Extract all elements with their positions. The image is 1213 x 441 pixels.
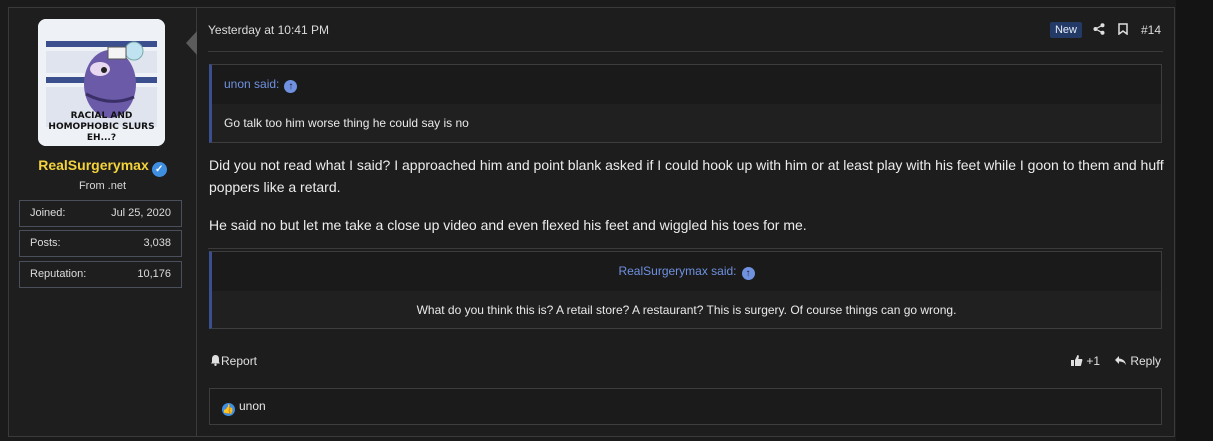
quote-author[interactable]: unon said: bbox=[224, 77, 279, 91]
avatar-caption: RACIAL AND HOMOPHOBIC SLURS EH...? bbox=[48, 111, 155, 143]
user-panel: RACIAL AND HOMOPHOBIC SLURS EH...? RealS… bbox=[9, 8, 197, 436]
up-arrow-icon[interactable]: ↑ bbox=[741, 267, 755, 280]
share-icon[interactable] bbox=[1093, 22, 1105, 38]
signature-divider bbox=[208, 248, 1163, 249]
stat-label: Joined: bbox=[30, 207, 66, 219]
stat-value: 10,176 bbox=[137, 268, 171, 280]
stat-joined: Joined: Jul 25, 2020 bbox=[19, 200, 182, 227]
avatar-pointer bbox=[186, 31, 197, 55]
stat-reputation: Reputation: 10,176 bbox=[19, 261, 182, 288]
thumbs-up-icon bbox=[1071, 355, 1083, 366]
post-paragraph: Did you not read what I said? I approach… bbox=[209, 157, 1164, 195]
signature-attribution[interactable]: RealSurgerymax said: ↑ bbox=[212, 252, 1161, 291]
user-title: From .net bbox=[78, 180, 127, 192]
post-date[interactable]: Yesterday at 10:41 PM bbox=[208, 23, 329, 37]
reactions-bar: 👍 unon bbox=[209, 388, 1162, 425]
bookmark-icon[interactable] bbox=[1118, 22, 1128, 38]
verified-icon: ✓ bbox=[151, 162, 167, 177]
stat-label: Posts: bbox=[30, 237, 61, 249]
report-button[interactable]: Report bbox=[210, 354, 257, 368]
username[interactable]: RealSurgerymax ✓ bbox=[9, 157, 196, 177]
header-divider bbox=[208, 51, 1163, 52]
stat-value: Jul 25, 2020 bbox=[111, 207, 171, 219]
reply-button[interactable]: Reply bbox=[1114, 354, 1161, 368]
post-paragraph: He said no but let me take a close up vi… bbox=[209, 217, 807, 233]
stat-label: Reputation: bbox=[30, 268, 87, 280]
quote-text: Go talk too him worse thing he could say… bbox=[212, 104, 1161, 142]
stat-value: 3,038 bbox=[143, 237, 171, 249]
signature-author[interactable]: RealSurgerymax said: bbox=[618, 264, 736, 278]
like-icon: 👍 bbox=[222, 403, 235, 416]
page-edge bbox=[1176, 0, 1213, 441]
report-label[interactable]: Report bbox=[221, 354, 257, 368]
stat-posts: Posts: 3,038 bbox=[19, 230, 182, 257]
post-number[interactable]: #14 bbox=[1141, 23, 1161, 37]
signature-quote: RealSurgerymax said: ↑ What do you think … bbox=[209, 251, 1162, 329]
like-button[interactable]: +1 bbox=[1070, 354, 1100, 368]
username-text[interactable]: RealSurgerymax bbox=[38, 157, 149, 173]
up-arrow-icon[interactable]: ↑ bbox=[284, 80, 298, 93]
quote-attribution[interactable]: unon said: ↑ bbox=[212, 65, 1161, 104]
bell-icon bbox=[211, 355, 220, 366]
signature-text: What do you think this is? A retail stor… bbox=[212, 291, 1161, 328]
post-main: Yesterday at 10:41 PM New #14 unon said:… bbox=[197, 8, 1174, 436]
forum-post: RACIAL AND HOMOPHOBIC SLURS EH...? RealS… bbox=[8, 7, 1175, 437]
quote-block: unon said: ↑ Go talk too him worse thing … bbox=[209, 64, 1162, 143]
like-count[interactable]: +1 bbox=[1086, 354, 1100, 368]
reaction-user[interactable]: unon bbox=[239, 399, 266, 413]
reply-icon bbox=[1115, 356, 1127, 365]
avatar[interactable]: RACIAL AND HOMOPHOBIC SLURS EH...? bbox=[38, 19, 165, 146]
new-badge: New bbox=[1049, 22, 1082, 38]
post-body: Did you not read what I said? I approach… bbox=[209, 154, 1164, 236]
post-header-actions: New #14 bbox=[1049, 20, 1161, 40]
reply-label[interactable]: Reply bbox=[1130, 354, 1161, 368]
